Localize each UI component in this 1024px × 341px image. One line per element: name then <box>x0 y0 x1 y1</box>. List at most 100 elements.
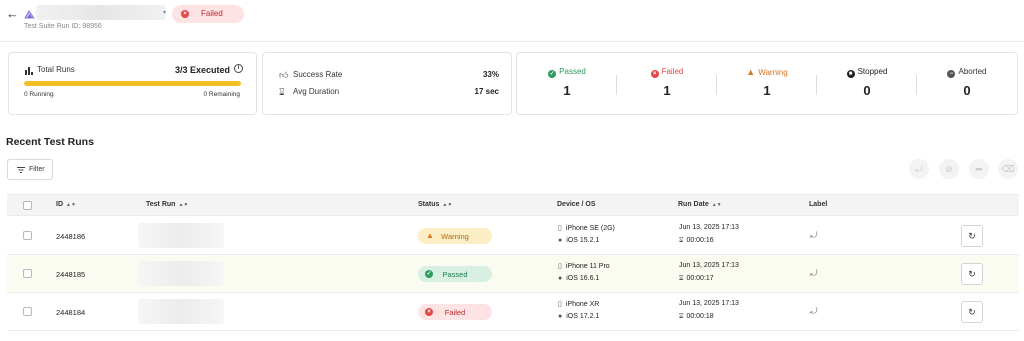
stop-icon: ⊘ <box>945 164 953 174</box>
row-checkbox[interactable] <box>23 231 32 240</box>
apple-icon: ● <box>558 237 563 244</box>
run-date: Jun 13, 2025 17:13 <box>679 224 739 231</box>
stat-passed: ✓ Passed 1 <box>517 53 617 116</box>
table-header: ID ▲▼ Test Run ▲▼ Status ▲▼ Device / OS Run… <box>7 194 1019 216</box>
col-device-os: Device / OS <box>557 201 596 208</box>
device-name: iPhone XR <box>565 301 600 308</box>
status-badge: ✓ Passed <box>418 266 492 282</box>
table-row[interactable]: 2448186 ▲ Warning ▯ iPhone SE (2G) ● iOS 1… <box>7 217 1019 255</box>
stat-stopped: ■ Stopped 0 <box>817 53 917 116</box>
table-row[interactable]: 2448185 ✓ Passed ▯ iPhone 11 Pro ● iOS 16.… <box>7 255 1019 293</box>
stop-circle-icon: ■ <box>846 70 855 78</box>
hourglass-icon: ⌛︎ <box>679 275 684 282</box>
label-tag-icon[interactable]: ⤾ <box>810 230 818 241</box>
col-status-label: Status <box>418 201 440 208</box>
stat-failed-label: Failed <box>661 67 684 76</box>
phone-icon: ▯ <box>558 301 562 308</box>
run-duration: 00:00:18 <box>686 313 714 320</box>
rerun-icon: ↻ <box>968 231 976 241</box>
run-id[interactable]: 2448184 <box>56 308 85 317</box>
stat-aborted: − Aborted 0 <box>917 53 1017 116</box>
share-action-button[interactable]: ➦ <box>969 159 989 179</box>
rerun-button[interactable]: ↻ <box>961 225 983 247</box>
status-badge: × Failed <box>418 304 492 320</box>
stat-failed-value: 1 <box>663 83 671 98</box>
page-header: ← ▾ × Failed Test Suite Run ID: 98956 <box>0 0 1024 42</box>
tag-action-button[interactable]: ⤾ <box>909 159 929 179</box>
x-circle-icon: × <box>181 10 189 18</box>
col-run-date[interactable]: Run Date ▲▼ <box>678 201 722 208</box>
filter-icon <box>17 167 25 173</box>
share-icon: ➦ <box>975 164 983 174</box>
delete-action-button[interactable]: ⌫ <box>998 159 1018 179</box>
apple-icon: ● <box>558 275 563 282</box>
label-tag-icon[interactable]: ⤾ <box>810 306 818 317</box>
section-title: Recent Test Runs <box>6 136 94 148</box>
test-run-name-redacted <box>138 223 224 248</box>
col-label: Label <box>809 201 828 208</box>
rerun-button[interactable]: ↻ <box>961 301 983 323</box>
test-run-name-redacted <box>138 299 224 324</box>
os-version: iOS 15.2.1 <box>566 237 600 244</box>
run-id[interactable]: 2448186 <box>56 232 85 241</box>
chevron-down-icon[interactable]: ▾ <box>163 9 166 16</box>
execution-progress-bar <box>24 81 241 86</box>
run-duration: 00:00:17 <box>686 275 714 282</box>
label-tag-icon[interactable]: ⤾ <box>810 268 818 279</box>
table-row[interactable]: 2448184 × Failed ▯ iPhone XR ● iOS 17.2.1 … <box>7 293 1019 331</box>
suite-status-badge: × Failed <box>172 5 244 23</box>
bar-chart-icon <box>25 67 33 75</box>
col-test-run-label: Test Run <box>146 201 176 208</box>
select-all-checkbox[interactable] <box>23 201 32 210</box>
stat-warning: ▲ Warning 1 <box>717 53 817 116</box>
run-duration: 00:00:16 <box>686 237 714 244</box>
row-checkbox[interactable] <box>23 269 32 278</box>
tag-icon: ⤾ <box>915 164 923 174</box>
os-version: iOS 16.6.1 <box>566 275 600 282</box>
suite-name-redacted <box>36 5 166 20</box>
hourglass-icon: ⌛︎ <box>279 87 285 97</box>
running-count: 0 Running <box>24 91 54 98</box>
status-label: Passed <box>442 270 468 279</box>
run-id[interactable]: 2448185 <box>56 270 85 279</box>
rerun-button[interactable]: ↻ <box>961 263 983 285</box>
app-logo-icon <box>24 10 35 19</box>
sort-icon: ▲▼ <box>442 202 453 208</box>
col-test-run[interactable]: Test Run ▲▼ <box>146 201 188 208</box>
suite-run-id: Test Suite Run ID: 98956 <box>24 23 102 30</box>
col-id[interactable]: ID ▲▼ <box>56 201 76 208</box>
rerun-icon: ↻ <box>968 269 976 279</box>
sort-icon: ▲▼ <box>711 202 722 208</box>
rerun-icon: ↻ <box>968 307 976 317</box>
minus-circle-icon: − <box>947 70 956 78</box>
stat-stopped-value: 0 <box>863 83 871 98</box>
filter-label: Filter <box>29 166 45 173</box>
row-checkbox[interactable] <box>23 307 32 316</box>
hourglass-icon: ⌛︎ <box>679 313 684 320</box>
remaining-count: 0 Remaining <box>203 91 241 98</box>
back-arrow-icon[interactable]: ← <box>6 7 19 20</box>
status-label: Failed <box>444 308 466 317</box>
success-rate-value: 33% <box>482 70 499 79</box>
run-date: Jun 13, 2025 17:13 <box>679 300 739 307</box>
total-runs-card: Total Runs 3/3 Executed i 0 Running 0 Re… <box>8 52 257 115</box>
col-status[interactable]: Status ▲▼ <box>418 201 452 208</box>
stat-aborted-value: 0 <box>963 83 971 98</box>
suite-status-label: Failed <box>201 9 223 18</box>
execution-progress-fill <box>24 81 241 86</box>
filter-button[interactable]: Filter <box>7 159 53 180</box>
x-circle-icon: × <box>650 70 659 78</box>
info-icon[interactable]: i <box>234 64 243 73</box>
os-version: iOS 17.2.1 <box>566 313 600 320</box>
avg-duration-row: ⌛︎ Avg Duration 17 sec <box>279 86 499 98</box>
avg-duration-value: 17 sec <box>474 87 499 96</box>
warning-triangle-icon: ▲ <box>746 67 756 77</box>
stop-action-button[interactable]: ⊘ <box>939 159 959 179</box>
stat-stopped-label: Stopped <box>857 67 888 76</box>
avg-duration-label: Avg Duration <box>293 87 340 96</box>
status-stats-card: ✓ Passed 1 × Failed 1 ▲ Warning 1 ■ Stopped … <box>516 52 1018 115</box>
check-circle-icon: ✓ <box>548 70 557 78</box>
status-badge: ▲ Warning <box>418 228 492 244</box>
run-date: Jun 13, 2025 17:13 <box>679 262 739 269</box>
hourglass-icon: ⌛︎ <box>679 237 684 244</box>
